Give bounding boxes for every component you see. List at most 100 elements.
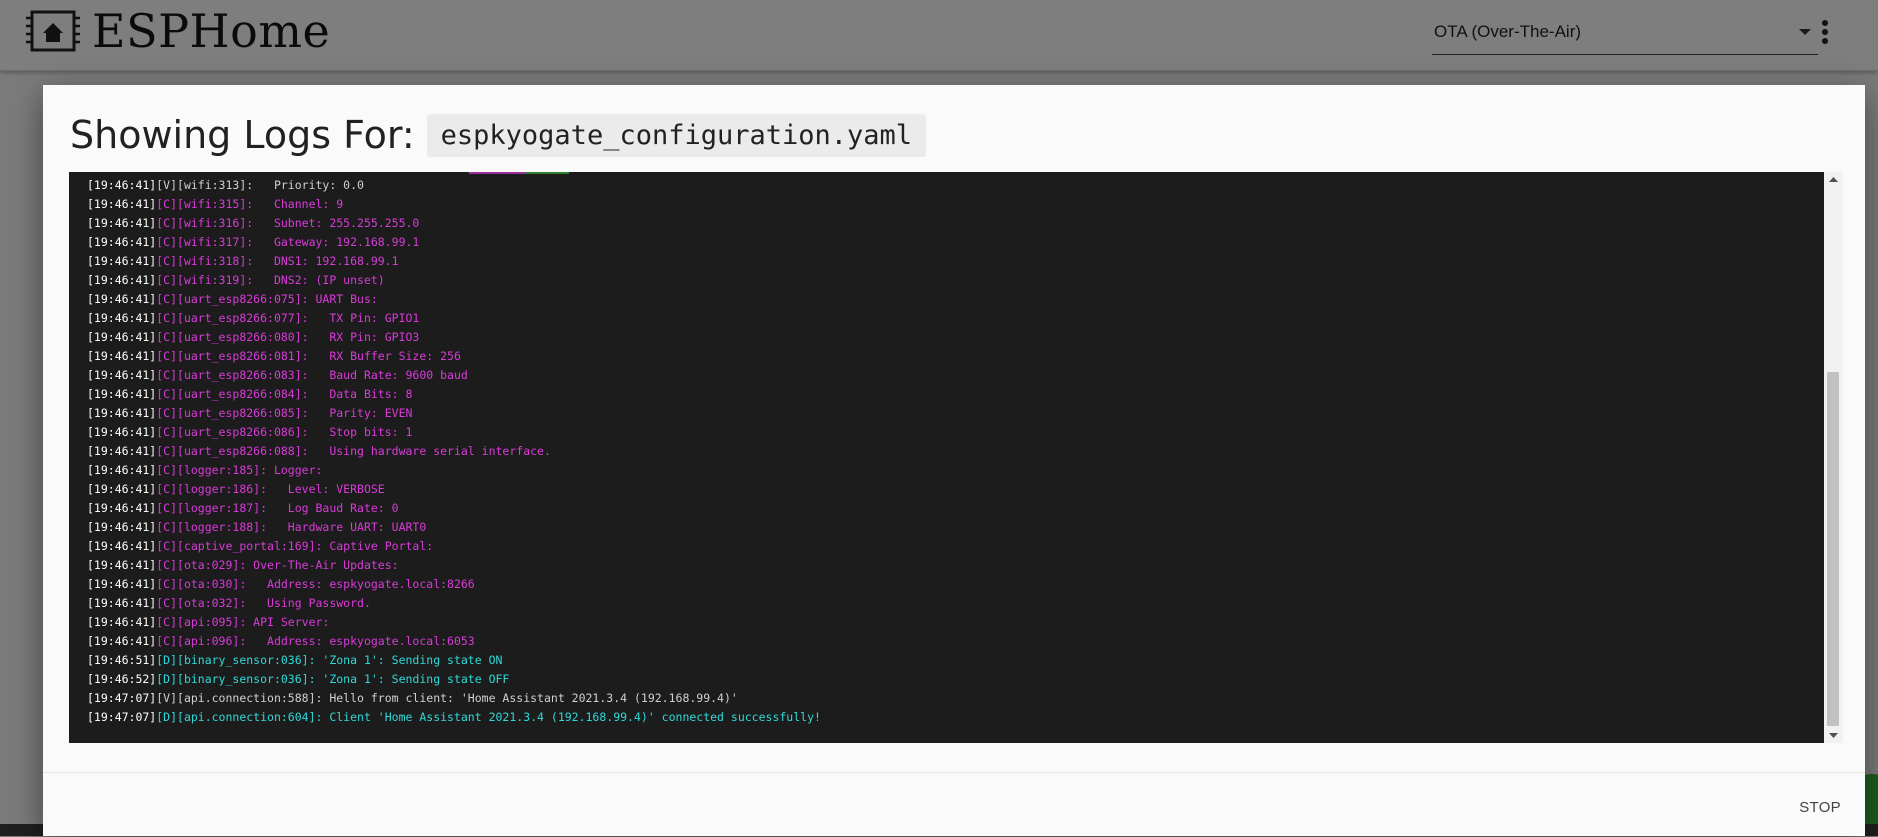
log-timestamp: [19:46:41] — [87, 539, 157, 553]
log-message: [C][wifi:317]: Gateway: 192.168.99.1 — [156, 235, 420, 249]
log-timestamp: [19:46:41] — [87, 178, 157, 192]
log-message: [C][uart_esp8266:088]: Using hardware se… — [156, 444, 551, 458]
log-timestamp: [19:46:41] — [87, 254, 157, 268]
log-line: [19:46:41][V][wifi:313]: Priority: 0.0 — [87, 177, 364, 193]
log-timestamp: [19:46:41] — [87, 197, 157, 211]
log-message: [C][logger:187]: Log Baud Rate: 0 — [156, 501, 399, 515]
log-message: [C][logger:185]: Logger: — [156, 463, 323, 477]
log-scrollbar[interactable] — [1824, 172, 1843, 743]
log-message: [D][binary_sensor:036]: 'Zona 1': Sendin… — [156, 653, 503, 667]
upload-method-select[interactable]: OTA (Over-The-Air) — [1432, 14, 1818, 55]
log-message: [C][wifi:319]: DNS2: (IP unset) — [156, 273, 385, 287]
log-message: [D][api.connection:604]: Client 'Home As… — [156, 710, 821, 724]
log-line: [19:47:07][D][api.connection:604]: Clien… — [87, 709, 821, 725]
log-line: [19:46:41][C][logger:187]: Log Baud Rate… — [87, 500, 399, 516]
app-bar: ESPHome OTA (Over-The-Air) — [0, 0, 1878, 71]
log-timestamp: [19:46:41] — [87, 482, 157, 496]
log-timestamp: [19:46:41] — [87, 520, 157, 534]
modal-title-label: Showing Logs For: — [70, 113, 415, 157]
log-message: [C][api:096]: Address: espkyogate.local:… — [156, 634, 475, 648]
log-timestamp: [19:46:41] — [87, 425, 157, 439]
log-line: [19:46:41][C][uart_esp8266:080]: RX Pin:… — [87, 329, 419, 345]
log-timestamp: [19:46:41] — [87, 387, 157, 401]
log-message: [C][ota:030]: Address: espkyogate.local:… — [156, 577, 475, 591]
dropdown-arrow-icon — [1799, 29, 1811, 35]
log-line: [19:46:41][C][logger:186]: Level: VERBOS… — [87, 481, 385, 497]
log-timestamp: [19:46:41] — [87, 311, 157, 325]
log-line: [19:46:41][C][uart_esp8266:081]: RX Buff… — [87, 348, 461, 364]
log-message: [V][wifi:313]: Priority: 0.0 — [156, 178, 364, 192]
log-timestamp: [19:46:52] — [87, 672, 157, 686]
log-timestamp: [19:46:41] — [87, 463, 157, 477]
log-timestamp: [19:47:07] — [87, 710, 157, 724]
log-line: [19:46:41][C][captive_portal:169]: Capti… — [87, 538, 433, 554]
modal-title: Showing Logs For: espkyogate_configurati… — [70, 109, 927, 161]
log-line: [19:46:41][C][wifi:319]: DNS2: (IP unset… — [87, 272, 385, 288]
log-line: [19:46:41][C][api:095]: API Server: — [87, 614, 329, 630]
log-timestamp: [19:46:41] — [87, 273, 157, 287]
app-title: ESPHome — [92, 4, 331, 58]
log-timestamp: [19:46:41] — [87, 558, 157, 572]
log-line: [19:47:07][V][api.connection:588]: Hello… — [87, 690, 738, 706]
log-timestamp: [19:46:41] — [87, 216, 157, 230]
log-message: [C][uart_esp8266:083]: Baud Rate: 9600 b… — [156, 368, 468, 382]
log-timestamp: [19:46:41] — [87, 330, 157, 344]
logs-modal: Showing Logs For: espkyogate_configurati… — [43, 85, 1865, 836]
log-timestamp: [19:46:41] — [87, 444, 157, 458]
log-line: [19:46:41][C][uart_esp8266:075]: UART Bu… — [87, 291, 378, 307]
modal-footer: STOP — [43, 772, 1865, 837]
log-line: [19:46:41][C][logger:188]: Hardware UART… — [87, 519, 426, 535]
log-message: [C][logger:186]: Level: VERBOSE — [156, 482, 385, 496]
log-message: [C][captive_portal:169]: Captive Portal: — [156, 539, 434, 553]
log-message: [C][uart_esp8266:084]: Data Bits: 8 — [156, 387, 413, 401]
log-timestamp: [19:46:41] — [87, 368, 157, 382]
log-timestamp: [19:46:41] — [87, 596, 157, 610]
log-message: [C][wifi:316]: Subnet: 255.255.255.0 — [156, 216, 420, 230]
log-line: [19:46:52][D][binary_sensor:036]: 'Zona … — [87, 671, 509, 687]
log-message: [C][ota:029]: Over-The-Air Updates: — [156, 558, 399, 572]
log-message: [C][uart_esp8266:086]: Stop bits: 1 — [156, 425, 413, 439]
scroll-up-arrow-icon[interactable] — [1824, 172, 1843, 186]
kebab-menu-icon[interactable] — [1816, 16, 1834, 48]
log-timestamp: [19:46:41] — [87, 501, 157, 515]
log-line: [19:46:41][C][uart_esp8266:085]: Parity:… — [87, 405, 412, 421]
log-message: [C][wifi:318]: DNS1: 192.168.99.1 — [156, 254, 399, 268]
log-line: [19:46:41][C][wifi:316]: Subnet: 255.255… — [87, 215, 419, 231]
log-line: [19:46:41][C][wifi:318]: DNS1: 192.168.9… — [87, 253, 399, 269]
log-line: [19:46:41][C][uart_esp8266:083]: Baud Ra… — [87, 367, 468, 383]
log-message: [D][binary_sensor:036]: 'Zona 1': Sendin… — [156, 672, 510, 686]
scroll-down-arrow-icon[interactable] — [1824, 729, 1843, 743]
log-line: [19:46:41][C][wifi:317]: Gateway: 192.16… — [87, 234, 419, 250]
log-message: [C][logger:188]: Hardware UART: UART0 — [156, 520, 427, 534]
log-message: [C][uart_esp8266:085]: Parity: EVEN — [156, 406, 413, 420]
stop-button[interactable]: STOP — [1789, 793, 1851, 822]
esphome-logo-icon — [26, 10, 80, 52]
scroll-thumb[interactable] — [1827, 372, 1839, 726]
log-line: [19:46:41][C][wifi:315]: Channel: 9 — [87, 196, 343, 212]
log-timestamp: [19:46:51] — [87, 653, 157, 667]
log-line: [19:46:41][C][uart_esp8266:077]: TX Pin:… — [87, 310, 419, 326]
log-line: [19:46:41][C][uart_esp8266:084]: Data Bi… — [87, 386, 412, 402]
log-message: [C][uart_esp8266:077]: TX Pin: GPIO1 — [156, 311, 420, 325]
log-output[interactable]: [19:46:41][V][wifi:313]: Priority: 0.0 [1… — [69, 172, 1843, 743]
log-timestamp: [19:46:41] — [87, 634, 157, 648]
log-line: [19:46:41][C][uart_esp8266:088]: Using h… — [87, 443, 551, 459]
log-line: [19:46:51][D][binary_sensor:036]: 'Zona … — [87, 652, 502, 668]
log-message: [V][api.connection:588]: Hello from clie… — [156, 691, 738, 705]
log-lines: [19:46:41][V][wifi:313]: Priority: 0.0 [1… — [69, 172, 1824, 743]
log-line: [19:46:41][C][ota:030]: Address: espkyog… — [87, 576, 475, 592]
config-filename: espkyogate_configuration.yaml — [426, 113, 927, 157]
log-line: [19:46:41][C][ota:032]: Using Password. — [87, 595, 371, 611]
log-timestamp: [19:46:41] — [87, 406, 157, 420]
log-message: [C][uart_esp8266:081]: RX Buffer Size: 2… — [156, 349, 461, 363]
log-timestamp: [19:47:07] — [87, 691, 157, 705]
log-message: [C][uart_esp8266:075]: UART Bus: — [156, 292, 378, 306]
log-timestamp: [19:46:41] — [87, 615, 157, 629]
log-line: [19:46:41][C][logger:185]: Logger: — [87, 462, 322, 478]
log-timestamp: [19:46:41] — [87, 235, 157, 249]
log-line: [19:46:41][C][uart_esp8266:086]: Stop bi… — [87, 424, 412, 440]
log-line: [19:46:41][C][ota:029]: Over-The-Air Upd… — [87, 557, 399, 573]
clipped-log-line — [69, 172, 1824, 176]
brand: ESPHome — [24, 6, 330, 56]
upload-method-value: OTA (Over-The-Air) — [1434, 22, 1582, 41]
